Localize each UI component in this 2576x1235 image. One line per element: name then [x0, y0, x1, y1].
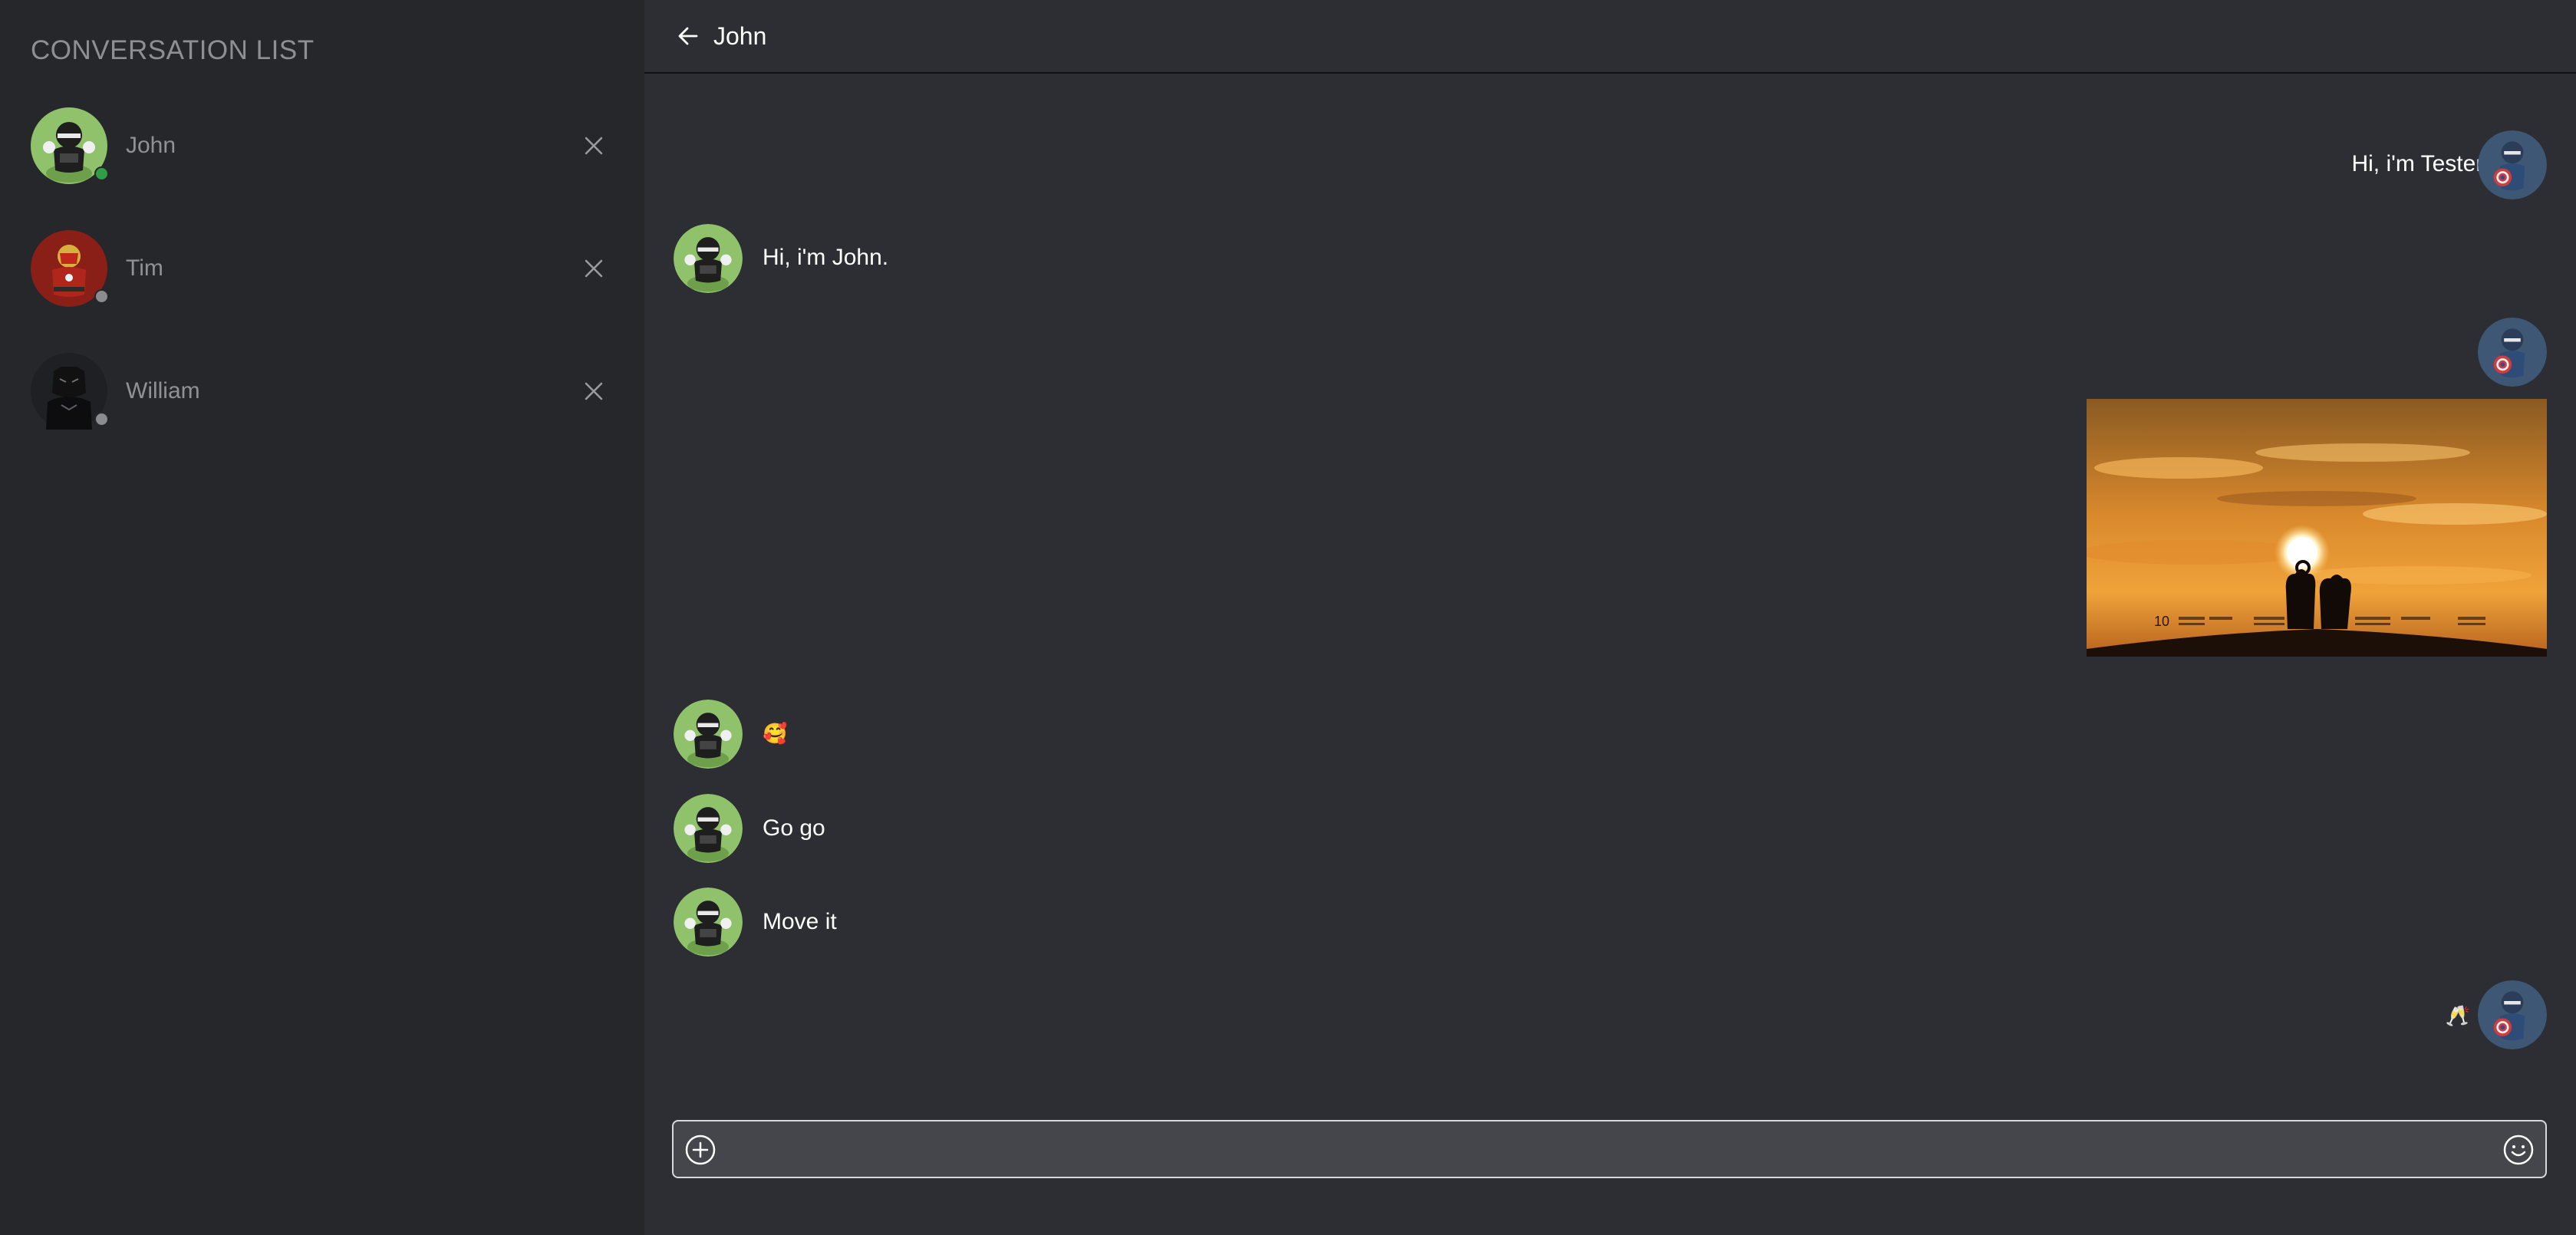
conversation-item-tim[interactable]: Tim	[0, 230, 644, 307]
john-avatar-icon	[674, 794, 743, 863]
conversation-name: William	[126, 378, 200, 403]
tester-avatar-icon	[2478, 130, 2547, 199]
message-emoji: 🥰	[763, 722, 788, 745]
chat-panel: John Hi, i'm Tester. Hi, i'm John. 10 🥰 …	[644, 0, 2576, 1235]
message-text: Hi, i'm John.	[763, 245, 889, 270]
online-status-dot	[94, 166, 109, 181]
close-icon[interactable]	[578, 130, 609, 161]
message-text: Move it	[763, 909, 837, 934]
emoji-smile-icon[interactable]	[2502, 1134, 2535, 1166]
avatar	[31, 230, 109, 307]
conversation-name: Tim	[126, 255, 163, 281]
add-circle-icon[interactable]	[684, 1134, 716, 1166]
conversation-list: John Tim William	[0, 107, 644, 430]
sunset-photo-icon: 10	[2087, 399, 2547, 657]
image-caption-number: 10	[2154, 614, 2169, 629]
chat-title: John	[713, 21, 767, 50]
conversation-sidebar: CONVERSATION LIST John Tim William	[0, 0, 644, 1235]
tester-avatar-icon	[2478, 980, 2547, 1049]
app-root: CONVERSATION LIST John Tim William John …	[0, 0, 2576, 1235]
john-avatar-icon	[674, 700, 743, 769]
message-composer	[672, 1120, 2547, 1178]
message-image[interactable]: 10	[2087, 399, 2547, 657]
message-text: Hi, i'm Tester.	[2351, 151, 2489, 176]
message-text: Go go	[763, 815, 825, 841]
conversation-item-john[interactable]: John	[0, 107, 644, 184]
offline-status-dot	[94, 412, 109, 426]
john-avatar-icon	[674, 888, 743, 957]
back-arrow-icon[interactable]	[674, 21, 703, 51]
chat-header: John	[644, 0, 2576, 74]
close-icon[interactable]	[578, 253, 609, 284]
offline-status-dot	[94, 289, 109, 304]
close-icon[interactable]	[578, 376, 609, 407]
avatar	[31, 107, 109, 184]
tester-avatar-icon	[2478, 318, 2547, 387]
sidebar-title: CONVERSATION LIST	[31, 35, 315, 65]
message-emoji: 🥂	[2445, 1004, 2470, 1027]
conversation-name: John	[126, 133, 176, 158]
avatar	[30, 352, 109, 430]
message-input[interactable]	[735, 1128, 2487, 1172]
conversation-item-william[interactable]: William	[0, 352, 644, 430]
john-avatar-icon	[674, 224, 743, 293]
